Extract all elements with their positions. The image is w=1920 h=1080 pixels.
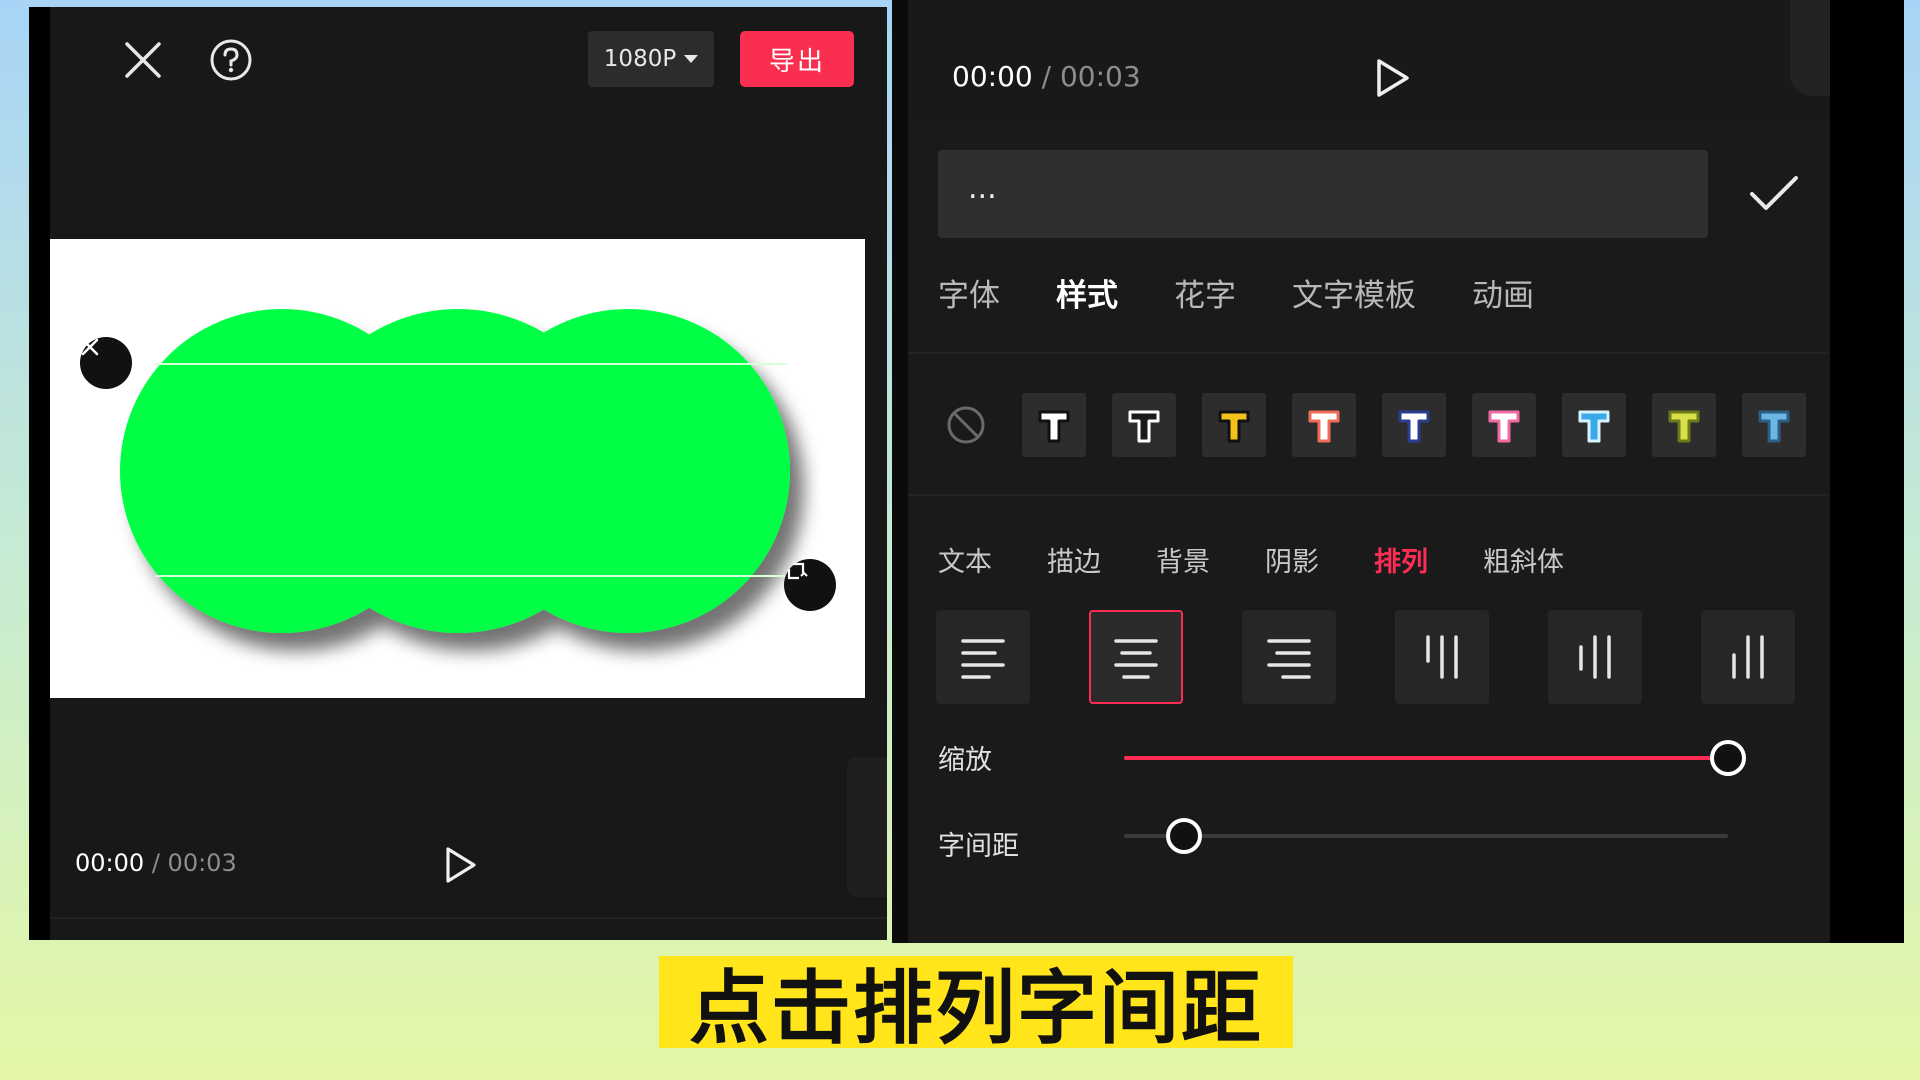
spacing-slider-row: 字间距	[938, 818, 1818, 864]
scroll-stub	[1790, 0, 1830, 96]
alignment-option-2[interactable]	[1242, 610, 1336, 704]
right-timecode: 00:00 / 00:03	[952, 60, 1141, 93]
play-button[interactable]	[440, 843, 480, 887]
export-button[interactable]: 导出	[740, 31, 854, 87]
tab-4[interactable]: 动画	[1472, 270, 1534, 315]
right-editor-screen: 00:00 / 00:03 ... 字体 样式 花字 文字模板 动画 文本 描边 背景 阴影 排…	[892, 0, 1904, 943]
text-style-t-icon	[1218, 410, 1250, 443]
text-style-t-icon	[1578, 410, 1610, 443]
prohibit-icon	[947, 406, 985, 444]
right-screen-edge-left	[892, 0, 908, 943]
style-preset-1[interactable]	[1112, 393, 1176, 457]
style-preset-6[interactable]	[1562, 393, 1626, 457]
close-icon	[81, 338, 99, 356]
current-time: 00:00	[952, 60, 1033, 93]
delete-element-handle[interactable]	[80, 337, 132, 389]
scale-label: 缩放	[938, 745, 992, 776]
style-preset-2[interactable]	[1202, 393, 1266, 457]
style-preset-7[interactable]	[1652, 393, 1716, 457]
align-top-vertical-icon	[1426, 635, 1458, 679]
divider	[908, 352, 1830, 354]
align-center-horizontal-icon	[1114, 639, 1158, 679]
style-preset-0[interactable]	[1022, 393, 1086, 457]
left-editor-screen: 1080P 导出 00:00 / 00:03	[29, 7, 887, 940]
sub-tab-4[interactable]: 排列	[1374, 540, 1428, 579]
align-bottom-vertical-icon	[1732, 635, 1764, 679]
checkmark-icon	[1750, 176, 1798, 210]
text-style-t-icon	[1758, 410, 1790, 443]
rotate-icon	[787, 562, 808, 580]
resolution-select[interactable]: 1080P	[588, 31, 714, 87]
scale-slider-row: 缩放	[938, 738, 1818, 778]
text-style-t-icon	[1488, 410, 1520, 443]
alignment-option-3[interactable]	[1395, 610, 1489, 704]
preview-canvas[interactable]	[50, 239, 865, 698]
spacing-slider[interactable]	[1124, 818, 1728, 854]
right-playback-bar: 00:00 / 00:03	[908, 0, 1830, 122]
sub-tab-5[interactable]: 粗斜体	[1483, 540, 1564, 579]
tab-2[interactable]: 花字	[1174, 270, 1236, 315]
play-icon	[1377, 59, 1409, 97]
left-timecode: 00:00 / 00:03	[75, 849, 237, 877]
style-preset-8[interactable]	[1742, 393, 1806, 457]
subtitle-caption: 点击排列字间距	[659, 956, 1293, 1055]
sub-tab-1[interactable]: 描边	[1047, 540, 1101, 579]
spacing-slider-thumb[interactable]	[1166, 818, 1202, 854]
resolution-label: 1080P	[603, 46, 677, 72]
time-separator: /	[151, 849, 160, 877]
no-style-button[interactable]	[938, 397, 994, 453]
total-time: 00:03	[1059, 60, 1141, 93]
left-playback-bar: 00:00 / 00:03	[50, 825, 887, 905]
right-screen-edge-right	[1830, 0, 1904, 943]
scale-slider[interactable]	[1124, 740, 1746, 776]
text-edit-panel: ... 字体 样式 花字 文字模板 动画 文本 描边 背景 阴影 排列 粗斜体 缩放 字间距	[908, 122, 1830, 943]
total-time: 00:03	[167, 849, 237, 877]
close-icon[interactable]	[120, 37, 166, 83]
sub-tab-3[interactable]: 阴影	[1265, 540, 1319, 579]
alignment-option-4[interactable]	[1548, 610, 1642, 704]
divider	[908, 494, 1830, 496]
alignment-option-0[interactable]	[936, 610, 1030, 704]
text-style-t-icon	[1128, 410, 1160, 443]
divider	[50, 917, 887, 919]
caret-down-icon	[684, 55, 699, 63]
style-preset-4[interactable]	[1382, 393, 1446, 457]
tab-1[interactable]: 样式	[1056, 270, 1118, 315]
sub-tab-2[interactable]: 背景	[1156, 540, 1210, 579]
alignment-options	[936, 610, 1854, 704]
alignment-option-5[interactable]	[1701, 610, 1795, 704]
text-tabs: 字体 样式 花字 文字模板 动画	[938, 270, 1590, 315]
style-preset-5[interactable]	[1472, 393, 1536, 457]
green-cloud-shape	[120, 309, 790, 633]
play-button[interactable]	[1370, 54, 1414, 102]
align-right-horizontal-icon	[1267, 639, 1311, 679]
tab-0[interactable]: 字体	[938, 270, 1000, 315]
style-sub-tabs: 文本 描边 背景 阴影 排列 粗斜体	[938, 540, 1619, 579]
tab-3[interactable]: 文字模板	[1292, 270, 1416, 315]
text-style-t-icon	[1398, 410, 1430, 443]
scale-slider-thumb[interactable]	[1710, 740, 1746, 776]
style-presets	[938, 390, 1832, 460]
text-style-t-icon	[1668, 410, 1700, 443]
align-middle-vertical-icon	[1579, 635, 1611, 679]
alignment-option-1[interactable]	[1089, 610, 1183, 704]
play-icon	[446, 847, 476, 883]
current-time: 00:00	[75, 849, 145, 877]
confirm-button[interactable]	[1746, 170, 1802, 218]
scale-slider-fill	[1124, 756, 1728, 760]
spacing-label: 字间距	[938, 831, 1019, 862]
time-separator: /	[1041, 60, 1052, 93]
text-input[interactable]: ...	[938, 150, 1708, 238]
help-icon[interactable]	[208, 37, 254, 83]
text-style-t-icon	[1308, 410, 1340, 443]
sub-tab-0[interactable]: 文本	[938, 540, 992, 579]
align-left-horizontal-icon	[961, 639, 1005, 679]
left-screen-edge	[29, 7, 50, 940]
style-preset-3[interactable]	[1292, 393, 1356, 457]
rotate-scale-handle[interactable]	[784, 559, 836, 611]
text-style-t-icon	[1038, 410, 1070, 443]
left-top-bar: 1080P 导出	[50, 7, 887, 117]
